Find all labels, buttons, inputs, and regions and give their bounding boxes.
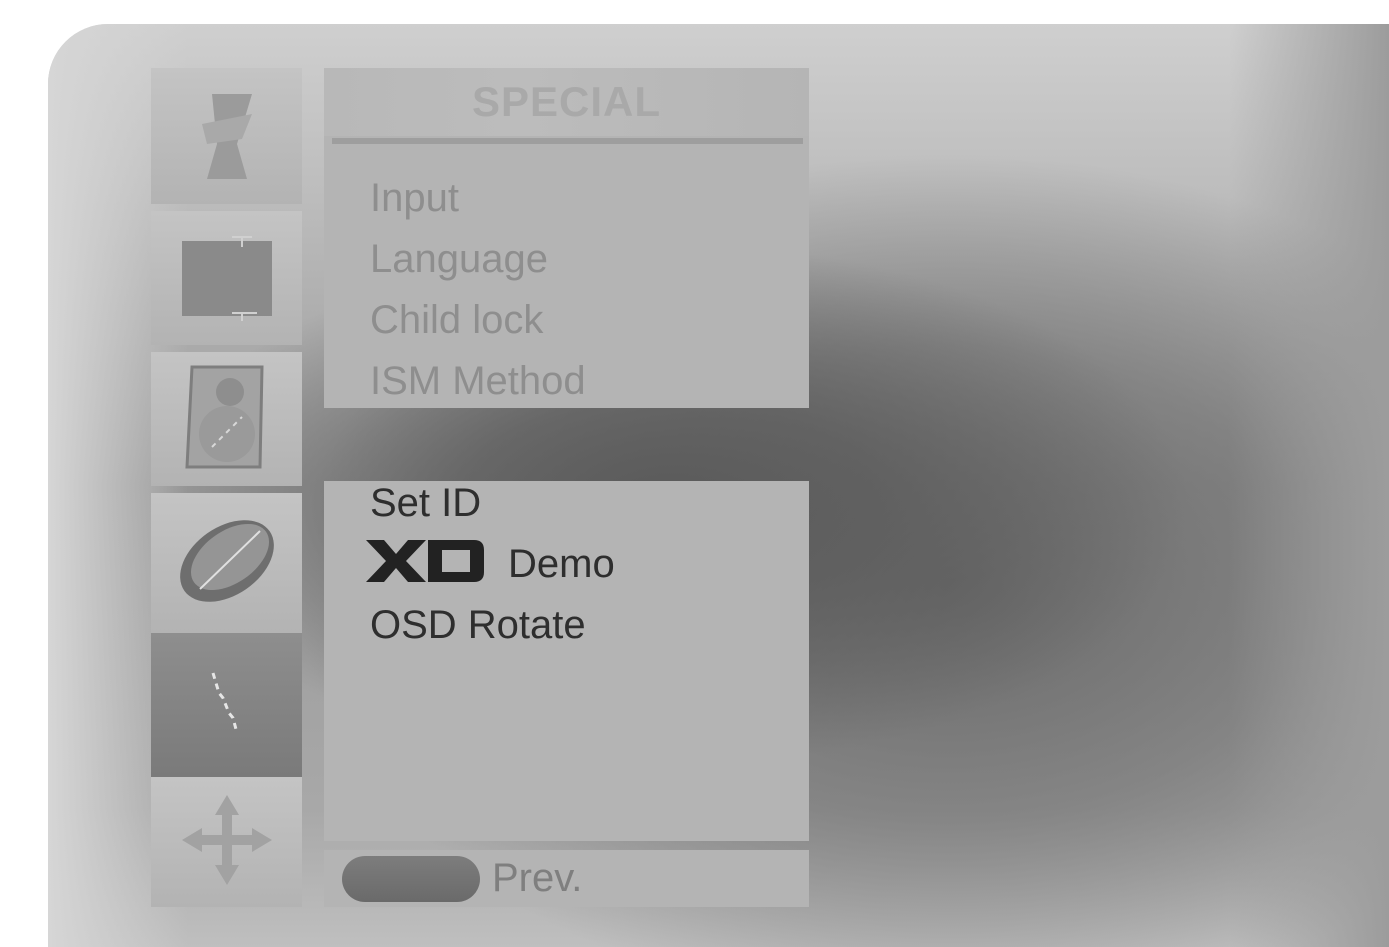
menu-footer: Prev. (324, 850, 809, 907)
menu-item-set-id[interactable]: Set ID (370, 479, 481, 527)
menu-item-child-lock[interactable]: Child lock (370, 296, 543, 344)
title-divider (332, 138, 803, 144)
screen-icon (177, 231, 277, 326)
picture-menu-tab[interactable] (151, 68, 302, 204)
xd-logo (366, 540, 484, 593)
special-submenu-panel: Set ID Demo OSD Rotate (324, 481, 809, 841)
menu-item-language[interactable]: Language (370, 235, 548, 283)
xd-demo-label: Demo (508, 542, 615, 587)
blue-button-icon[interactable] (342, 856, 480, 902)
sound-menu-tab[interactable] (151, 352, 302, 486)
tv-screen: SPECIAL Input Language Child lock ISM Me… (48, 24, 1389, 947)
picture-icon (182, 84, 272, 189)
menu-item-input[interactable]: Input (370, 174, 459, 222)
menu-item-osd-rotate[interactable]: OSD Rotate (370, 601, 586, 649)
menu-item-ism-method[interactable]: ISM Method (370, 357, 586, 405)
special-icon (207, 668, 247, 743)
move-menu-tab[interactable] (151, 777, 302, 907)
special-menu-tab[interactable] (151, 633, 302, 777)
prev-label: Prev. (492, 856, 583, 900)
time-icon (172, 511, 282, 616)
time-menu-tab[interactable] (151, 493, 302, 633)
menu-title: SPECIAL (324, 68, 809, 136)
speaker-icon (182, 362, 272, 477)
move-icon (177, 790, 277, 895)
special-menu-panel: SPECIAL Input Language Child lock ISM Me… (324, 68, 809, 408)
menu-item-xd-demo[interactable]: Demo (366, 540, 615, 593)
screen-menu-tab[interactable] (151, 211, 302, 345)
